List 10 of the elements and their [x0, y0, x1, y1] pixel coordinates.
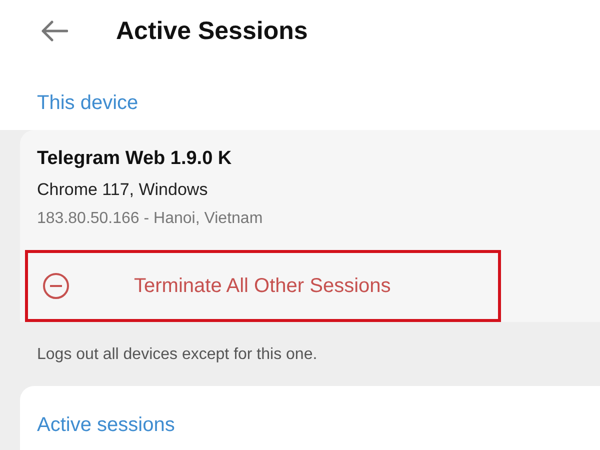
session-location: 183.80.50.166 - Hanoi, Vietnam — [37, 210, 264, 228]
back-icon[interactable] — [40, 20, 68, 42]
caption: Logs out all devices except for this one. — [36, 345, 318, 365]
session-browser: Chrome 117, Windows — [37, 180, 209, 200]
section-heading: This device — [37, 92, 138, 114]
section-heading: Active sessions — [37, 414, 175, 436]
page-title: Active Sessions — [116, 16, 308, 46]
terminate-button[interactable]: Terminate All Other Sessions — [25, 250, 501, 322]
minus-circle-icon — [42, 272, 70, 300]
session-name: Telegram Web 1.9.0 K — [37, 148, 233, 170]
